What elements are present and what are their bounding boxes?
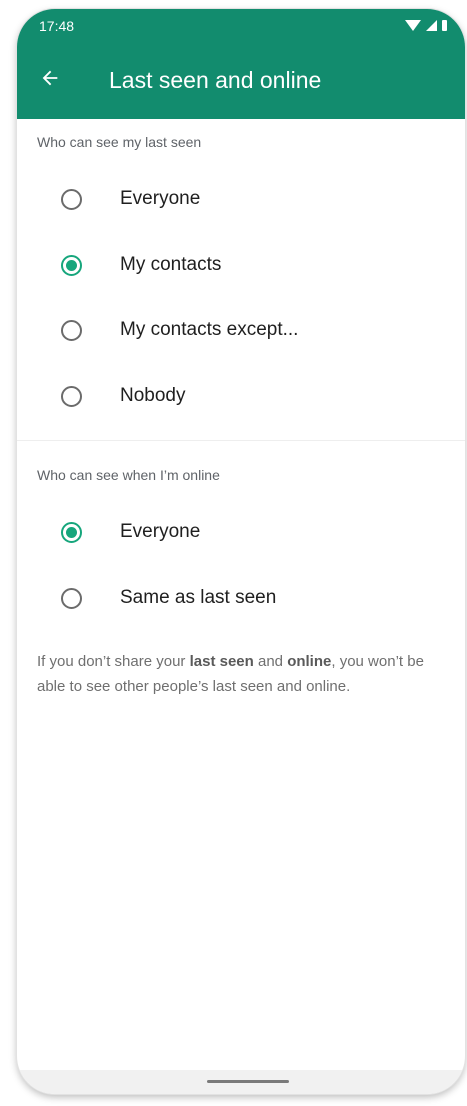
online-option-everyone[interactable]: Everyone <box>17 504 465 560</box>
radio-button[interactable] <box>61 521 82 543</box>
radio-button[interactable] <box>61 587 82 609</box>
option-label: Same as last seen <box>120 587 277 608</box>
footnote-bold-last-seen: last seen <box>189 653 254 670</box>
navigation-bar <box>17 1070 465 1094</box>
home-indicator[interactable] <box>207 1080 289 1083</box>
wifi-icon <box>405 20 421 31</box>
footnote-bold-online: online <box>287 653 332 670</box>
last-seen-section-header: Who can see my last seen <box>37 134 202 150</box>
last-seen-option-nobody[interactable]: Nobody <box>17 368 465 424</box>
status-bar: 17:48 <box>17 9 465 43</box>
status-icons <box>405 20 447 31</box>
footnote-part: If you don’t share your <box>37 653 190 670</box>
option-label: My contacts <box>120 254 222 275</box>
online-option-same-as-last-seen[interactable]: Same as last seen <box>17 570 465 626</box>
last-seen-option-my-contacts[interactable]: My contacts <box>17 237 465 293</box>
option-label: Everyone <box>120 521 201 542</box>
arrow-back-icon[interactable] <box>37 65 63 91</box>
status-time: 17:48 <box>39 18 75 34</box>
option-label: My contacts except... <box>120 319 299 340</box>
phone-frame: 17:48 Last seen and online Who can see m… <box>17 9 465 1094</box>
section-divider <box>17 440 465 441</box>
signal-icon <box>426 20 437 31</box>
radio-button[interactable] <box>61 188 82 210</box>
last-seen-option-my-contacts-except[interactable]: My contacts except... <box>17 302 465 358</box>
page-title: Last seen and online <box>109 67 322 93</box>
footnote-part: and <box>253 653 288 670</box>
online-section-header: Who can see when I’m online <box>37 467 220 483</box>
last-seen-option-everyone[interactable]: Everyone <box>17 171 465 227</box>
option-label: Everyone <box>120 188 201 209</box>
footnote-text: If you don’t share your last seen and on… <box>37 649 447 699</box>
radio-button[interactable] <box>61 385 82 407</box>
app-bar: 17:48 Last seen and online <box>17 9 465 119</box>
radio-button[interactable] <box>61 319 82 341</box>
option-label: Nobody <box>120 385 186 406</box>
radio-button[interactable] <box>61 254 82 276</box>
battery-icon <box>442 20 447 31</box>
